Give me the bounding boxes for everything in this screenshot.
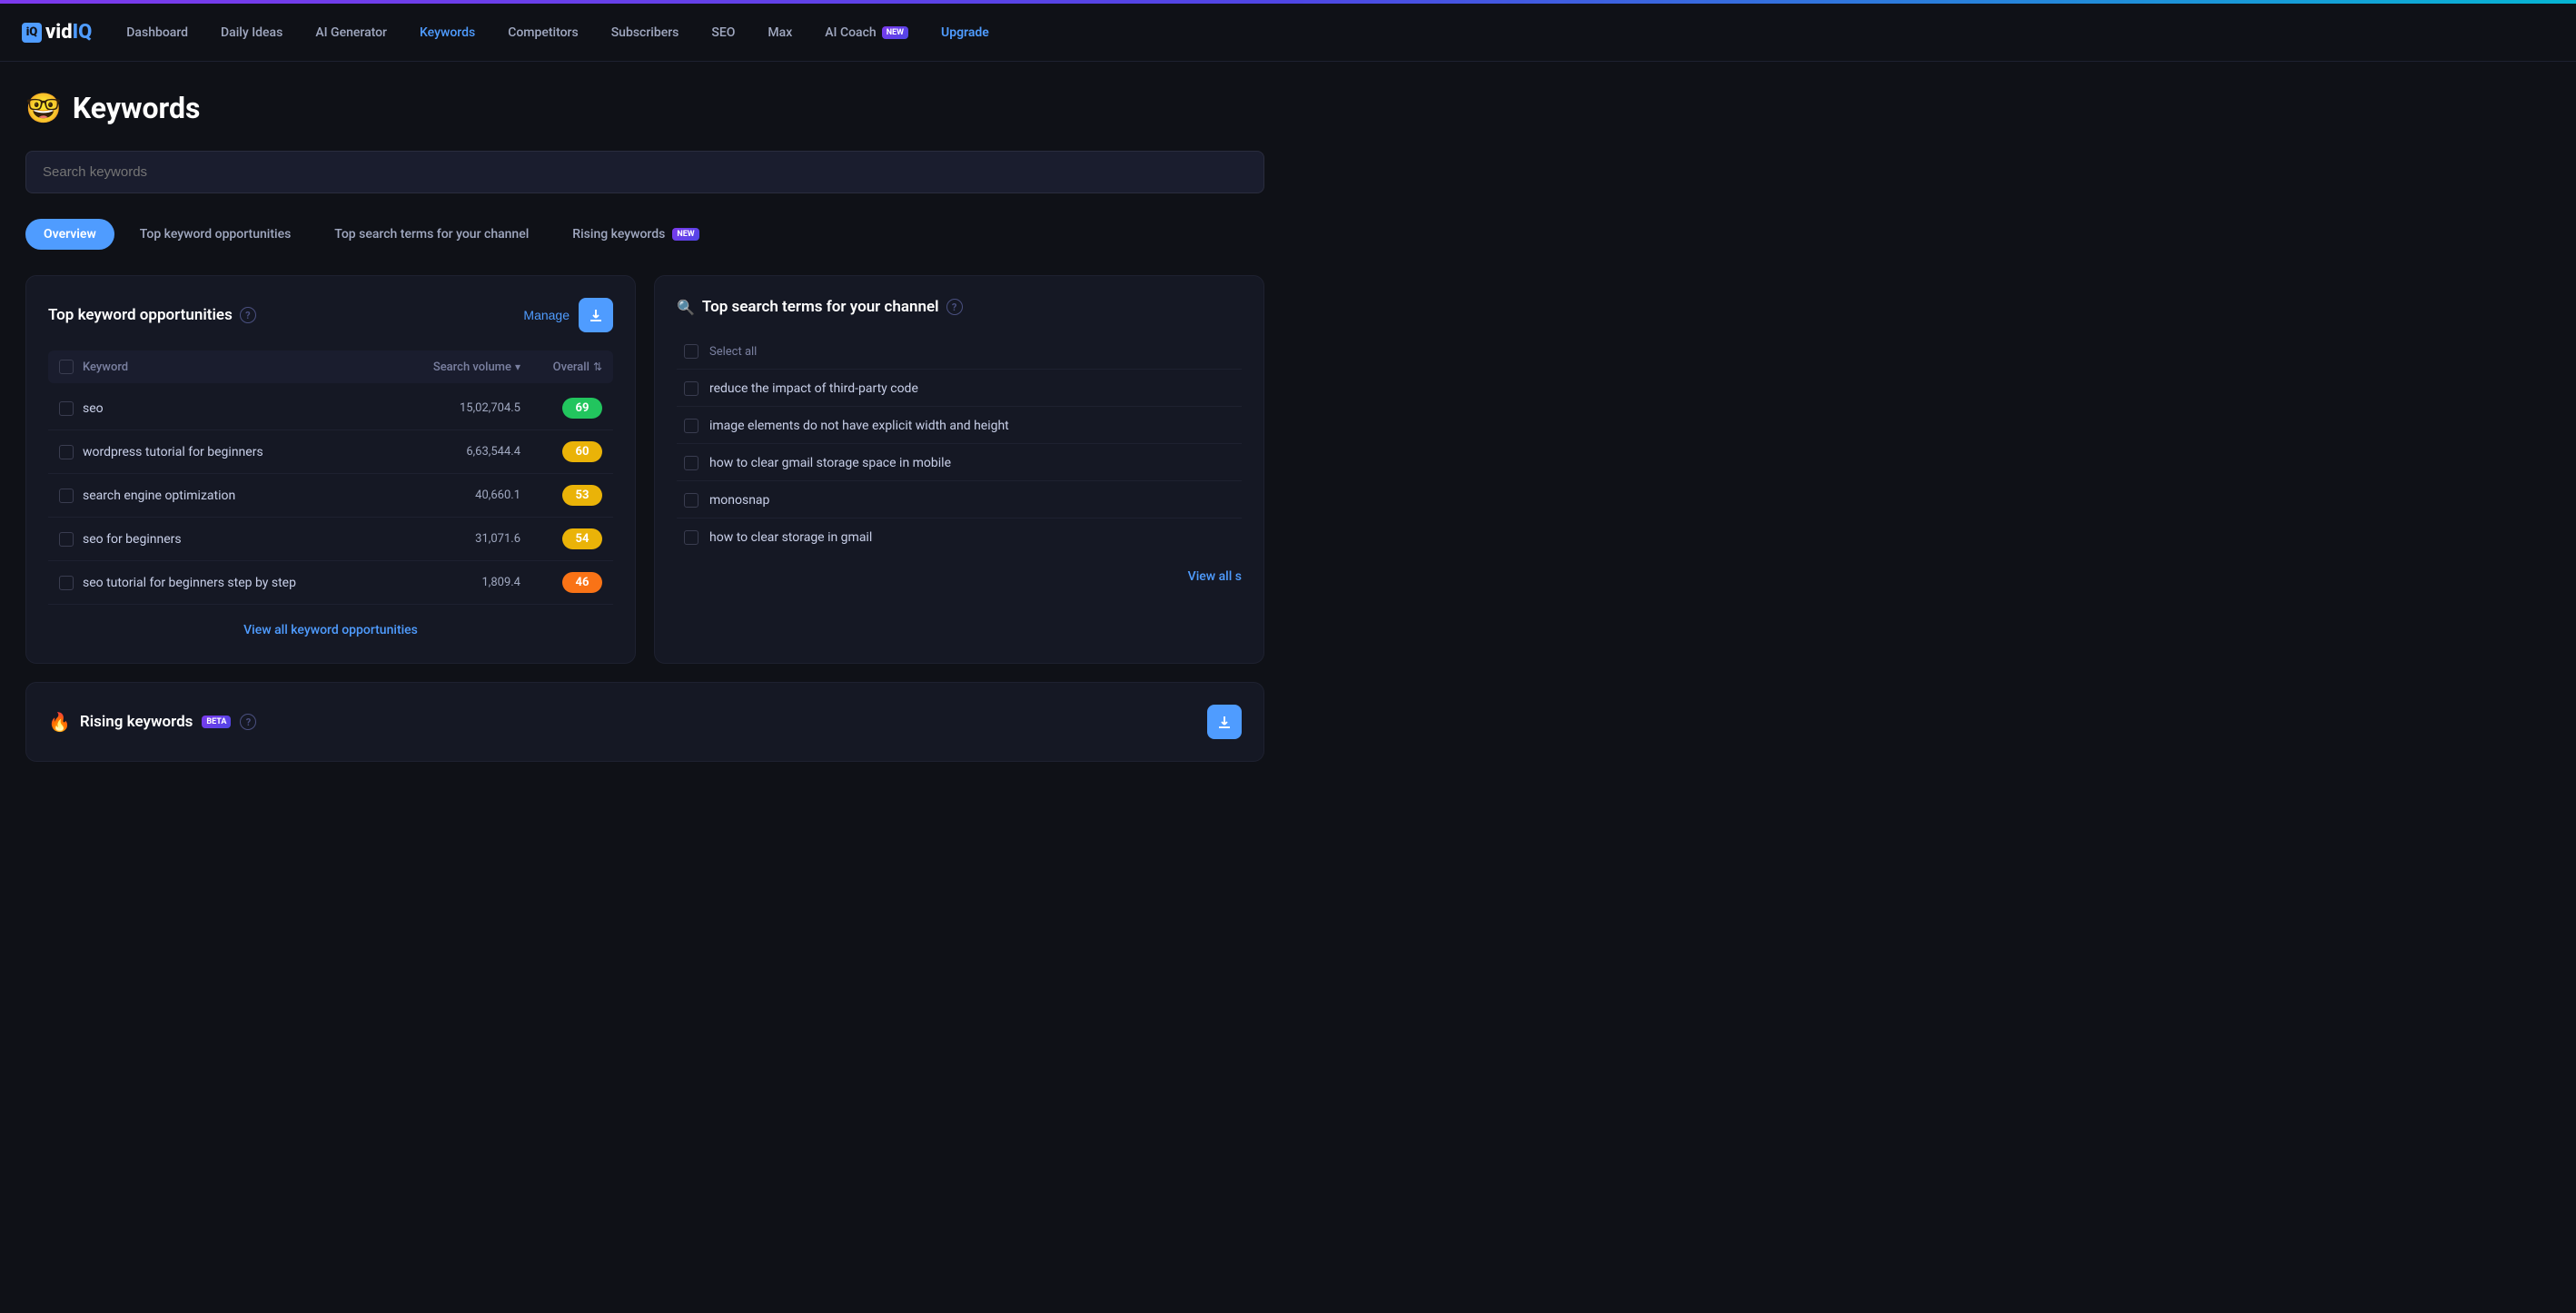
score-cell-seo-tutorial: 46: [520, 572, 602, 593]
ai-coach-new-badge: NEW: [882, 26, 908, 39]
manage-button[interactable]: Manage: [523, 308, 570, 322]
tab-overview[interactable]: Overview: [25, 219, 114, 250]
row-checkbox-search-engine[interactable]: [59, 489, 74, 503]
search-term-select-all[interactable]: Select all: [677, 334, 1242, 370]
score-cell-seo: 69: [520, 398, 602, 419]
keywords-info-icon[interactable]: ?: [240, 307, 256, 323]
search-terms-magnifier-icon: 🔍: [677, 299, 695, 316]
overall-sort-icon[interactable]: ⇅: [593, 360, 602, 373]
rising-keywords-header: 🔥 Rising keywords BETA ?: [48, 705, 1242, 739]
table-row: seo for beginners 31,071.6 54: [48, 518, 613, 561]
tab-top-keyword-opportunities[interactable]: Top keyword opportunities: [122, 219, 309, 250]
volume-cell-wordpress: 6,63,544.4: [375, 445, 520, 459]
search-term-checkbox-1[interactable]: [684, 381, 698, 396]
table-row: seo tutorial for beginners step by step …: [48, 561, 613, 605]
rising-keywords-new-badge: NEW: [672, 228, 698, 241]
view-all-keywords-link[interactable]: View all keyword opportunities: [48, 605, 613, 641]
table-header-keywords: Keyword Search volume ▾ Overall ⇅: [48, 350, 613, 383]
card-header-keywords: Top keyword opportunities ? Manage: [48, 298, 613, 332]
score-cell-wordpress: 60: [520, 441, 602, 462]
search-term-item[interactable]: monosnap: [677, 483, 1242, 518]
search-term-item[interactable]: how to clear gmail storage space in mobi…: [677, 446, 1242, 481]
score-badge-seo-tutorial: 46: [562, 572, 602, 593]
top-keyword-opportunities-card: Top keyword opportunities ? Manage Keywo…: [25, 275, 636, 664]
search-terms-info-icon[interactable]: ?: [946, 299, 963, 315]
table-row: wordpress tutorial for beginners 6,63,54…: [48, 430, 613, 474]
tab-top-search-terms[interactable]: Top search terms for your channel: [316, 219, 547, 250]
score-cell-seo-beginners: 54: [520, 528, 602, 549]
rising-keywords-beta-badge: BETA: [202, 716, 231, 728]
tab-rising-keywords[interactable]: Rising keywords NEW: [554, 219, 717, 250]
row-checkbox-seo-tutorial[interactable]: [59, 576, 74, 590]
search-term-item[interactable]: image elements do not have explicit widt…: [677, 409, 1242, 444]
nav-item-keywords[interactable]: Keywords: [407, 18, 488, 47]
download-icon: [588, 307, 604, 323]
nav-item-max[interactable]: Max: [755, 18, 805, 47]
score-badge-seo-beginners: 54: [562, 528, 602, 549]
rising-keywords-download-icon: [1216, 714, 1233, 730]
page-title-text: Keywords: [73, 91, 201, 125]
search-input[interactable]: [25, 151, 1264, 193]
page-emoji: 🤓: [25, 91, 62, 125]
main-content: 🤓 Keywords Overview Top keyword opportun…: [0, 62, 1290, 791]
select-all-search-terms-checkbox[interactable]: [684, 344, 698, 359]
nav-item-dashboard[interactable]: Dashboard: [114, 18, 201, 47]
col-search-volume-header: Search volume ▾: [375, 360, 520, 374]
nav-item-daily-ideas[interactable]: Daily Ideas: [208, 18, 295, 47]
row-checkbox-seo-beginners[interactable]: [59, 532, 74, 547]
volume-cell-seo-tutorial: 1,809.4: [375, 576, 520, 589]
logo[interactable]: iQ vidIQ: [22, 21, 92, 44]
search-term-item[interactable]: how to clear storage in gmail: [677, 520, 1242, 555]
score-badge-search-engine: 53: [562, 485, 602, 506]
search-term-checkbox-3[interactable]: [684, 456, 698, 470]
nav-item-ai-generator[interactable]: AI Generator: [302, 18, 400, 47]
nav-item-ai-coach[interactable]: AI Coach NEW: [812, 18, 921, 47]
volume-cell-seo-beginners: 31,071.6: [375, 532, 520, 546]
table-row: search engine optimization 40,660.1 53: [48, 474, 613, 518]
keyword-cell-wordpress: wordpress tutorial for beginners: [59, 445, 375, 459]
keyword-cell-search-engine: search engine optimization: [59, 489, 375, 503]
download-icon-button[interactable]: [579, 298, 613, 332]
card-title-search-terms: 🔍 Top search terms for your channel ?: [677, 298, 963, 316]
score-cell-search-engine: 53: [520, 485, 602, 506]
score-badge-wordpress: 60: [562, 441, 602, 462]
select-all-checkbox[interactable]: [59, 360, 74, 374]
navigation: iQ vidIQ Dashboard Daily Ideas AI Genera…: [0, 4, 2576, 62]
search-terms-list: Select all reduce the impact of third-pa…: [677, 334, 1242, 555]
cards-grid: Top keyword opportunities ? Manage Keywo…: [25, 275, 1264, 664]
rising-keywords-info-icon[interactable]: ?: [240, 714, 256, 730]
card-title-keywords: Top keyword opportunities ?: [48, 306, 256, 324]
card-actions-keywords: Manage: [523, 298, 613, 332]
top-search-terms-card: 🔍 Top search terms for your channel ? Se…: [654, 275, 1264, 664]
search-term-checkbox-4[interactable]: [684, 493, 698, 508]
col-overall-header: Overall ⇅: [520, 360, 602, 374]
card-header-search-terms: 🔍 Top search terms for your channel ?: [677, 298, 1242, 316]
tab-bar: Overview Top keyword opportunities Top s…: [25, 219, 1264, 250]
row-checkbox-wordpress[interactable]: [59, 445, 74, 459]
view-all-search-terms-link[interactable]: View all s: [677, 555, 1242, 584]
row-checkbox-seo[interactable]: [59, 401, 74, 416]
nav-item-subscribers[interactable]: Subscribers: [599, 18, 692, 47]
nav-item-competitors[interactable]: Competitors: [495, 18, 590, 47]
nav-item-seo[interactable]: SEO: [698, 18, 748, 47]
rising-keywords-title: 🔥 Rising keywords BETA ?: [48, 711, 256, 733]
rising-keywords-card: 🔥 Rising keywords BETA ?: [25, 682, 1264, 762]
search-term-checkbox-5[interactable]: [684, 530, 698, 545]
logo-icon: iQ: [22, 23, 42, 43]
score-badge-seo: 69: [562, 398, 602, 419]
nav-item-upgrade[interactable]: Upgrade: [928, 18, 1002, 47]
page-title-container: 🤓 Keywords: [25, 91, 1264, 125]
keyword-cell-seo-beginners: seo for beginners: [59, 532, 375, 547]
keyword-cell-seo: seo: [59, 401, 375, 416]
keyword-cell-seo-tutorial: seo tutorial for beginners step by step: [59, 576, 375, 590]
volume-cell-search-engine: 40,660.1: [375, 489, 520, 502]
rising-keywords-download-button[interactable]: [1207, 705, 1242, 739]
table-row: seo 15,02,704.5 69: [48, 387, 613, 430]
search-term-item[interactable]: reduce the impact of third-party code: [677, 371, 1242, 407]
col-keyword-header: Keyword: [59, 360, 375, 374]
search-term-checkbox-2[interactable]: [684, 419, 698, 433]
logo-text: vidIQ: [45, 21, 92, 44]
volume-cell-seo: 15,02,704.5: [375, 401, 520, 415]
rising-keywords-emoji: 🔥: [48, 711, 71, 733]
